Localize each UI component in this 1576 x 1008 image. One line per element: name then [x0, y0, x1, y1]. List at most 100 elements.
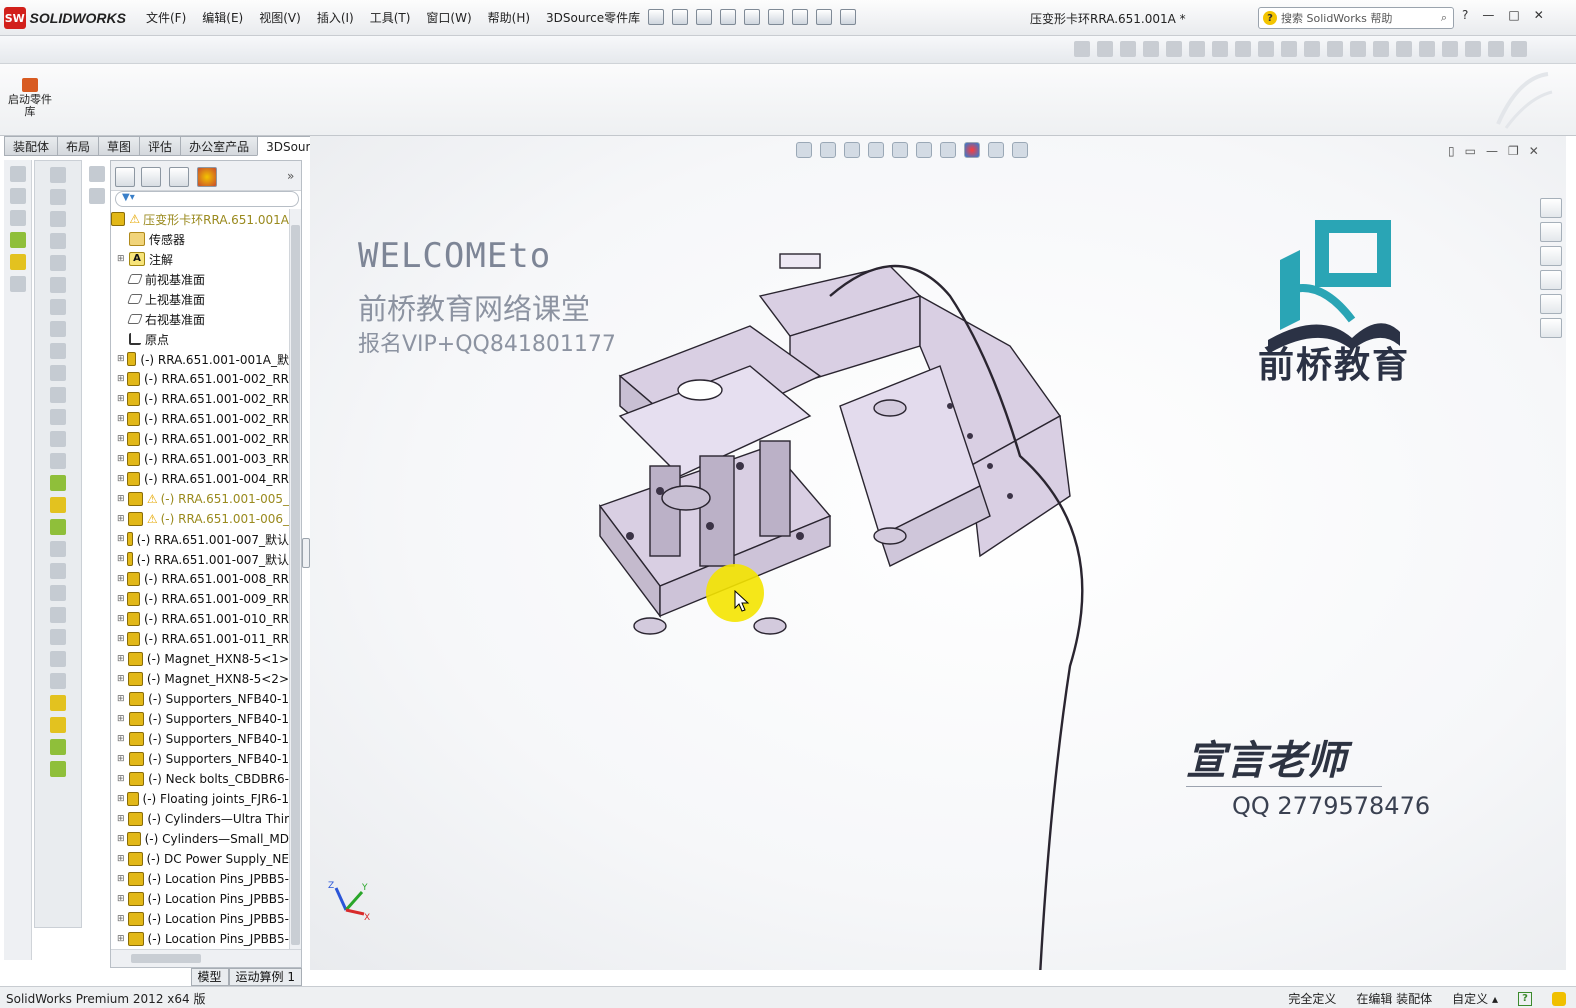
expand-toggle-icon[interactable]: ⊞ [117, 494, 126, 504]
edit-component-icon[interactable] [1166, 41, 1182, 57]
expand-toggle-icon[interactable]: ⊞ [117, 254, 127, 264]
display-style-icon[interactable] [916, 142, 932, 158]
custom-properties-icon[interactable] [1540, 318, 1562, 338]
expand-toggle-icon[interactable]: ⊞ [117, 814, 126, 824]
expand-toggle-icon[interactable]: ⊞ [117, 714, 127, 724]
tree-item[interactable]: ⊞ (-) RRA.651.001-010_RR [111, 609, 289, 629]
expand-toggle-icon[interactable]: ⊞ [117, 574, 125, 584]
scrollbar-thumb[interactable] [291, 225, 300, 945]
expand-toggle-icon[interactable]: ⊞ [117, 794, 125, 804]
expand-toggle-icon[interactable]: ⊞ [117, 534, 125, 544]
file-explorer-icon[interactable] [1540, 246, 1562, 266]
mass-properties-icon[interactable] [50, 585, 66, 601]
tree-item[interactable]: ⊞ (-) RRA.651.001-011_RR [111, 629, 289, 649]
section-view-icon[interactable] [50, 607, 66, 623]
offset-entities-icon[interactable] [9, 276, 26, 292]
tree-item[interactable]: ⊞ (-) Supporters_NFB40-1 [111, 749, 289, 769]
tree-item[interactable]: ⊞ ⚠ (-) RRA.651.001-006_ [111, 509, 289, 529]
status-rebuild-icon[interactable] [1552, 991, 1566, 1006]
menu-edit[interactable]: 编辑(E) [194, 9, 251, 26]
dome-icon[interactable] [50, 409, 66, 425]
view-settings-icon[interactable] [1012, 142, 1028, 158]
expand-panel-icon[interactable]: » [287, 169, 294, 183]
tree-item[interactable]: ⊞ (-) RRA.651.001-002_RR [111, 369, 289, 389]
expand-toggle-icon[interactable]: ⊞ [117, 874, 126, 884]
insert-component-icon[interactable] [1074, 41, 1090, 57]
pattern-icon[interactable] [1189, 41, 1205, 57]
expand-toggle-icon[interactable]: ⊞ [117, 634, 125, 644]
search-magnifier-icon[interactable]: ⌕ [1441, 11, 1447, 25]
expand-toggle-icon[interactable]: ⊞ [117, 394, 125, 404]
explode-line-sketch-icon[interactable] [1350, 41, 1366, 57]
tree-item[interactable]: ⊞ (-) Supporters_NFB40-1 [111, 689, 289, 709]
graphics-viewport[interactable]: ▯ ▭ — ❐ ✕ WELCOMEto 前桥教育网络课堂 报名VIP+QQ841… [310, 136, 1566, 970]
linear-pattern-icon[interactable] [50, 431, 66, 447]
extrude-icon[interactable] [50, 167, 66, 183]
tab-assembly[interactable]: 装配体 [4, 136, 59, 156]
tree-vertical-scrollbar[interactable] [289, 209, 301, 949]
doc-close-icon[interactable]: ✕ [1529, 144, 1539, 158]
smart-fasteners-icon[interactable] [1212, 41, 1228, 57]
tree-item[interactable]: ⊞ (-) RRA.651.001-007_默认 [111, 549, 289, 569]
tree-item[interactable]: ⊞ (-) RRA.651.001-007_默认 [111, 529, 289, 549]
hide-show-icon[interactable] [1143, 41, 1159, 57]
tree-item[interactable]: ⊞ (-) RRA.651.001-004_RR [111, 469, 289, 489]
expand-toggle-icon[interactable]: ⊞ [117, 734, 127, 744]
save-icon[interactable] [696, 9, 712, 25]
tree-item[interactable]: ⊞ (-) Location Pins_JPBB5- [111, 869, 289, 889]
mate-icon[interactable] [1097, 41, 1113, 57]
panel-splitter-handle[interactable] [302, 538, 310, 568]
tree-horizontal-scrollbar[interactable] [111, 949, 301, 967]
launch-library-button[interactable]: 启动零件库 [8, 78, 52, 118]
smart-dimension-icon[interactable] [9, 188, 26, 204]
feature-manager-tab-icon[interactable] [115, 167, 135, 187]
tree-item[interactable]: ⊞ (-) RRA.651.001-002_RR [111, 429, 289, 449]
tree-item[interactable]: ⊞ (-) RRA.651.001-002_RR [111, 409, 289, 429]
status-units-custom[interactable]: 自定义 ▴ [1452, 990, 1498, 1007]
tree-item[interactable]: ⊞ (-) Neck bolts_CBDBR6- [111, 769, 289, 789]
new-document-icon[interactable] [648, 9, 664, 25]
solidworks-logo[interactable]: SW SOLIDWORKS [4, 5, 126, 31]
move-component-icon[interactable] [1120, 41, 1136, 57]
menu-help[interactable]: 帮助(H) [480, 9, 538, 26]
speedpak-icon[interactable] [1465, 41, 1481, 57]
hole-alignment-icon[interactable] [1419, 41, 1435, 57]
zoom-to-area-icon[interactable] [820, 142, 836, 158]
expand-toggle-icon[interactable]: ⊞ [117, 554, 125, 564]
menu-tools[interactable]: 工具(T) [362, 9, 419, 26]
tab-model[interactable]: 模型 [190, 968, 229, 986]
assembly-features-icon[interactable] [1235, 41, 1251, 57]
menu-3dsource[interactable]: 3DSource零件库 [538, 9, 648, 26]
tree-item[interactable]: ⊞ (-) RRA.651.001-002_RR [111, 389, 289, 409]
move-face-icon[interactable] [50, 651, 66, 667]
expand-toggle-icon[interactable]: ⊞ [117, 614, 125, 624]
menu-view[interactable]: 视图(V) [251, 9, 309, 26]
expand-toggle-icon[interactable]: ⊞ [117, 474, 125, 484]
delete-face-icon[interactable] [50, 673, 66, 689]
tree-item[interactable]: 右视基准面 [111, 309, 289, 329]
hole-wizard-icon[interactable] [50, 387, 66, 403]
tree-item[interactable]: ⊞ (-) Supporters_NFB40-1 [111, 729, 289, 749]
tree-item[interactable]: ⊞ (-) RRA.651.001-003_RR [111, 449, 289, 469]
previous-view-icon[interactable] [844, 142, 860, 158]
minimize-icon[interactable]: — [1482, 8, 1494, 22]
open-folder-icon[interactable] [672, 9, 688, 25]
line-icon[interactable] [9, 210, 26, 226]
tree-item[interactable]: ⊞ (-) Location Pins_JPBB5- [111, 889, 289, 909]
expand-toggle-icon[interactable]: ⊞ [117, 914, 126, 924]
tab-office-products[interactable]: 办公室产品 [180, 136, 259, 156]
menu-file[interactable]: 文件(F) [138, 9, 194, 26]
expand-toggle-icon[interactable]: ⊞ [117, 934, 126, 944]
tree-item[interactable]: ⊞ (-) RRA.651.001-008_RR [111, 569, 289, 589]
tree-item[interactable]: ⊞ (-) RRA.651.001-009_RR [111, 589, 289, 609]
expand-toggle-icon[interactable]: ⊞ [117, 514, 126, 524]
close-icon[interactable]: ✕ [1534, 8, 1544, 22]
reference-point-icon[interactable] [50, 497, 66, 513]
convert-entities-icon[interactable] [9, 254, 26, 270]
instant3d-icon[interactable] [1442, 41, 1458, 57]
tree-root-assembly[interactable]: ⚠ 压变形卡环RRA.651.001A [111, 209, 289, 229]
options-icon[interactable] [840, 9, 856, 25]
tab-sketch[interactable]: 草图 [98, 136, 141, 156]
plane-icon[interactable] [50, 739, 66, 755]
doc-minimize-icon[interactable]: — [1486, 144, 1498, 158]
